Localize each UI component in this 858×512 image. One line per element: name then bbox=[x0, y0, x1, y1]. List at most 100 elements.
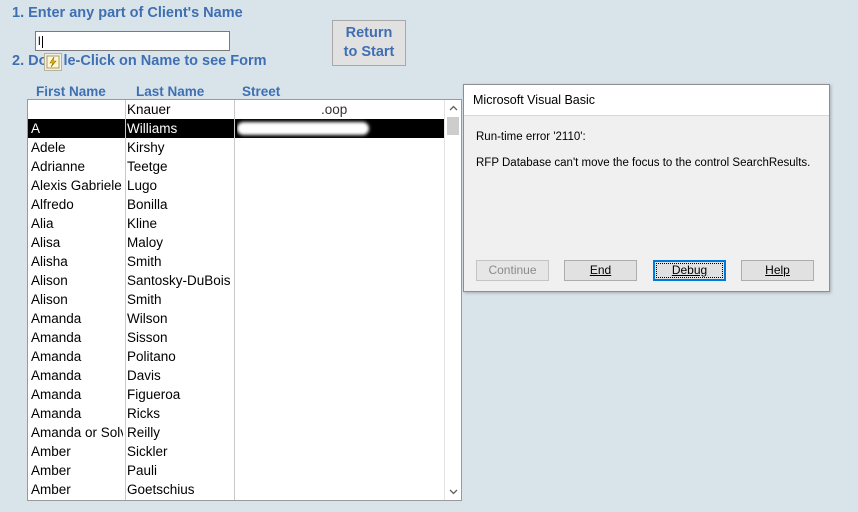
table-row[interactable]: A Williams bbox=[28, 119, 446, 138]
table-row[interactable]: Alisa Maloy bbox=[28, 233, 446, 252]
redaction-mark bbox=[237, 483, 402, 496]
redaction-mark bbox=[237, 198, 367, 211]
last-name-cell: Reilly bbox=[127, 425, 161, 440]
street-cell bbox=[237, 195, 446, 214]
last-name-cell: Maloy bbox=[127, 235, 164, 250]
step2-suffix: le-Click on Name to see Form bbox=[63, 53, 267, 69]
last-name-cell: Wilson bbox=[127, 311, 168, 326]
table-row[interactable]: Amanda or Solv Reilly bbox=[28, 423, 446, 442]
first-name-cell: Alison bbox=[31, 292, 68, 307]
table-row[interactable]: Alison Santosky-DuBois bbox=[28, 271, 446, 290]
table-row[interactable]: Adrianne Teetge bbox=[28, 157, 446, 176]
street-cell bbox=[237, 271, 446, 290]
search-results-listbox[interactable]: Knauer .oop A Williams Adele Kirshy Adrianne Te… bbox=[27, 99, 462, 501]
table-row[interactable]: Alexis Gabriele Lugo bbox=[28, 176, 446, 195]
return-to-start-button[interactable]: Return to Start bbox=[332, 20, 406, 66]
table-row[interactable]: Alison Smith bbox=[28, 290, 446, 309]
first-name-cell: Amanda bbox=[31, 349, 82, 364]
table-row[interactable]: Alia Kline bbox=[28, 214, 446, 233]
last-name-cell: Smith bbox=[127, 254, 162, 269]
end-button[interactable]: End bbox=[564, 260, 637, 281]
vertical-scrollbar[interactable] bbox=[444, 100, 461, 500]
last-name-column-header[interactable]: Last Name bbox=[136, 84, 204, 99]
first-name-cell: Alison bbox=[31, 273, 68, 288]
table-row[interactable]: Amanda Wilson bbox=[28, 309, 446, 328]
first-name-cell: Amber bbox=[31, 463, 71, 478]
table-row[interactable]: Amber Pauli bbox=[28, 461, 446, 480]
street-cell bbox=[237, 309, 446, 328]
street-cell bbox=[237, 442, 446, 461]
street-cell bbox=[237, 347, 446, 366]
dialog-titlebar[interactable]: Microsoft Visual Basic bbox=[464, 85, 829, 116]
table-row[interactable]: Amanda Sisson bbox=[28, 328, 446, 347]
redaction-mark bbox=[237, 179, 387, 192]
last-name-cell: Knauer bbox=[127, 102, 171, 117]
redaction-mark bbox=[237, 426, 367, 439]
street-cell bbox=[237, 404, 446, 423]
last-name-cell: Goetschius bbox=[127, 482, 195, 497]
first-name-cell: Amanda bbox=[31, 368, 82, 383]
first-name-cell: Alisha bbox=[31, 254, 68, 269]
table-row[interactable]: Amanda Davis bbox=[28, 366, 446, 385]
search-results-rows: Knauer .oop A Williams Adele Kirshy Adrianne Te… bbox=[28, 100, 446, 499]
street-text: .oop bbox=[321, 102, 348, 117]
first-name-cell: Adrianne bbox=[31, 159, 86, 174]
error-message-text: RFP Database can't move the focus to the… bbox=[476, 157, 811, 169]
last-name-cell: Kirshy bbox=[127, 140, 165, 155]
last-name-cell: Sickler bbox=[127, 444, 168, 459]
first-name-cell: Adele bbox=[31, 140, 66, 155]
table-row[interactable]: Amber Sickler bbox=[28, 442, 446, 461]
first-name-cell: Amber bbox=[31, 482, 71, 497]
table-row[interactable]: Alfredo Bonilla bbox=[28, 195, 446, 214]
redaction-mark bbox=[237, 274, 347, 287]
table-row[interactable]: Amanda Figueroa bbox=[28, 385, 446, 404]
street-cell bbox=[237, 328, 446, 347]
table-row[interactable]: Amanda Politano bbox=[28, 347, 446, 366]
runtime-error-dialog: Microsoft Visual Basic Run-time error '2… bbox=[463, 84, 830, 292]
redaction-mark bbox=[237, 217, 379, 230]
redaction-mark bbox=[237, 255, 379, 268]
first-name-cell: Amanda bbox=[31, 406, 82, 421]
last-name-cell: Smith bbox=[127, 292, 162, 307]
table-row[interactable]: Knauer .oop bbox=[28, 100, 446, 119]
redaction-mark bbox=[237, 445, 377, 458]
redaction-mark bbox=[237, 464, 377, 477]
first-name-cell: Alisa bbox=[31, 235, 61, 250]
chevron-down-icon[interactable] bbox=[445, 484, 461, 500]
last-name-cell: Teetge bbox=[127, 159, 168, 174]
client-name-search-input[interactable]: l bbox=[35, 31, 230, 51]
table-row[interactable]: Amanda Ricks bbox=[28, 404, 446, 423]
table-row[interactable]: Adele Kirshy bbox=[28, 138, 446, 157]
street-cell bbox=[237, 157, 446, 176]
first-name-cell: Amanda bbox=[31, 387, 82, 402]
redaction-mark bbox=[237, 312, 367, 325]
first-name-cell: Amber bbox=[31, 444, 71, 459]
first-name-cell: Amanda bbox=[31, 330, 82, 345]
last-name-cell: Sisson bbox=[127, 330, 168, 345]
last-name-cell: Ricks bbox=[127, 406, 160, 421]
help-button[interactable]: Help bbox=[741, 260, 814, 281]
scrollbar-thumb[interactable] bbox=[447, 117, 459, 135]
continue-button[interactable]: Continue bbox=[476, 260, 549, 281]
table-row[interactable]: Alisha Smith bbox=[28, 252, 446, 271]
end-button-label: End bbox=[589, 263, 612, 277]
table-row[interactable]: Amber Goetschius bbox=[28, 480, 446, 499]
street-cell bbox=[237, 423, 446, 442]
step2-prefix: 2. Do bbox=[12, 53, 48, 69]
debug-button[interactable]: Debug bbox=[653, 260, 726, 281]
debug-button-label: Debug bbox=[671, 263, 708, 277]
redaction-mark bbox=[237, 293, 382, 306]
street-cell bbox=[237, 385, 446, 404]
first-name-column-header[interactable]: First Name bbox=[36, 84, 106, 99]
street-column-header[interactable]: Street bbox=[242, 84, 280, 99]
lightning-icon[interactable] bbox=[44, 53, 62, 71]
street-cell bbox=[237, 290, 446, 309]
redaction-mark bbox=[237, 388, 347, 401]
chevron-up-icon[interactable] bbox=[445, 100, 461, 116]
step1-instruction: 1. Enter any part of Client's Name bbox=[12, 5, 243, 21]
redaction-mark bbox=[237, 350, 372, 363]
help-button-label: Help bbox=[765, 263, 790, 277]
street-cell bbox=[237, 138, 446, 157]
last-name-cell: Lugo bbox=[127, 178, 158, 193]
redaction-mark bbox=[237, 407, 362, 420]
